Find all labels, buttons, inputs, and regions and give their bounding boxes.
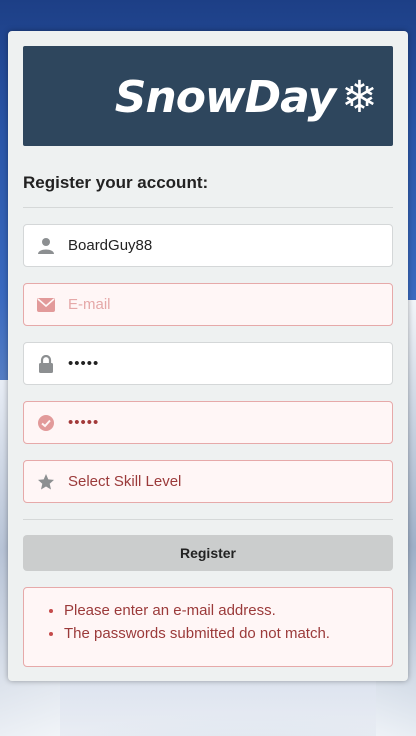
error-box: Please enter an e-mail address. The pass… xyxy=(23,587,393,667)
error-list: Please enter an e-mail address. The pass… xyxy=(24,588,392,642)
register-button[interactable]: Register xyxy=(23,535,393,571)
password-field[interactable]: ••••• xyxy=(23,342,393,385)
page-title: Register your account: xyxy=(23,173,209,192)
username-field[interactable]: BoardGuy88 xyxy=(23,224,393,267)
username-value: BoardGuy88 xyxy=(68,237,153,254)
confirm-password-value: ••••• xyxy=(68,414,100,431)
divider xyxy=(23,207,393,208)
registration-card: SnowDay ❄ Register your account: BoardGu… xyxy=(8,31,408,681)
error-message: The passwords submitted do not match. xyxy=(64,625,392,642)
brand-logo: SnowDay ❄ xyxy=(114,72,378,123)
divider xyxy=(23,519,393,520)
brand-banner: SnowDay ❄ xyxy=(23,46,393,146)
email-field[interactable]: E-mail xyxy=(23,283,393,326)
skill-level-value: Select Skill Level xyxy=(68,473,182,490)
error-message: Please enter an e-mail address. xyxy=(64,602,392,619)
lock-icon xyxy=(24,354,68,373)
check-circle-icon xyxy=(24,414,68,432)
email-placeholder: E-mail xyxy=(68,296,111,313)
star-icon xyxy=(24,473,68,491)
snowflake-icon: ❄ xyxy=(341,72,378,123)
user-icon xyxy=(24,237,68,255)
brand-name: SnowDay xyxy=(114,72,336,123)
confirm-password-field[interactable]: ••••• xyxy=(23,401,393,444)
password-value: ••••• xyxy=(68,355,100,372)
envelope-icon xyxy=(24,297,68,312)
skill-level-select[interactable]: Select Skill Level xyxy=(23,460,393,503)
